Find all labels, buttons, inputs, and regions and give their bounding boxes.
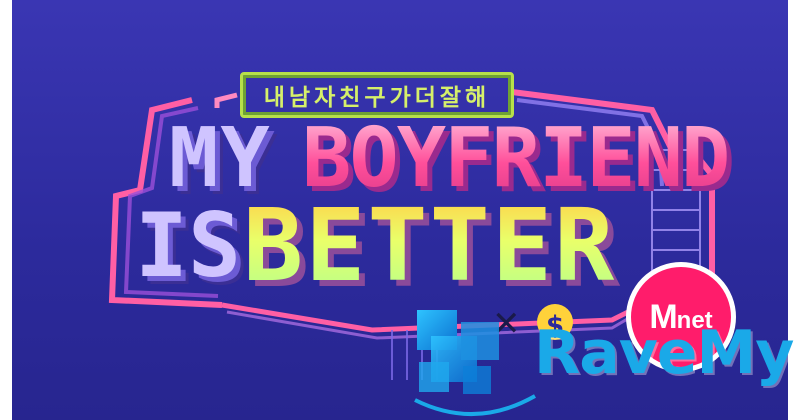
watermark-text: RaveMy — [534, 318, 794, 388]
title-better: BETTER — [243, 187, 617, 304]
title-is: IS — [135, 194, 241, 297]
image-stage: ✕ $ 내남자친구가더잘해 MY BOYFRIEND IS BETTER Mne… — [0, 0, 800, 420]
